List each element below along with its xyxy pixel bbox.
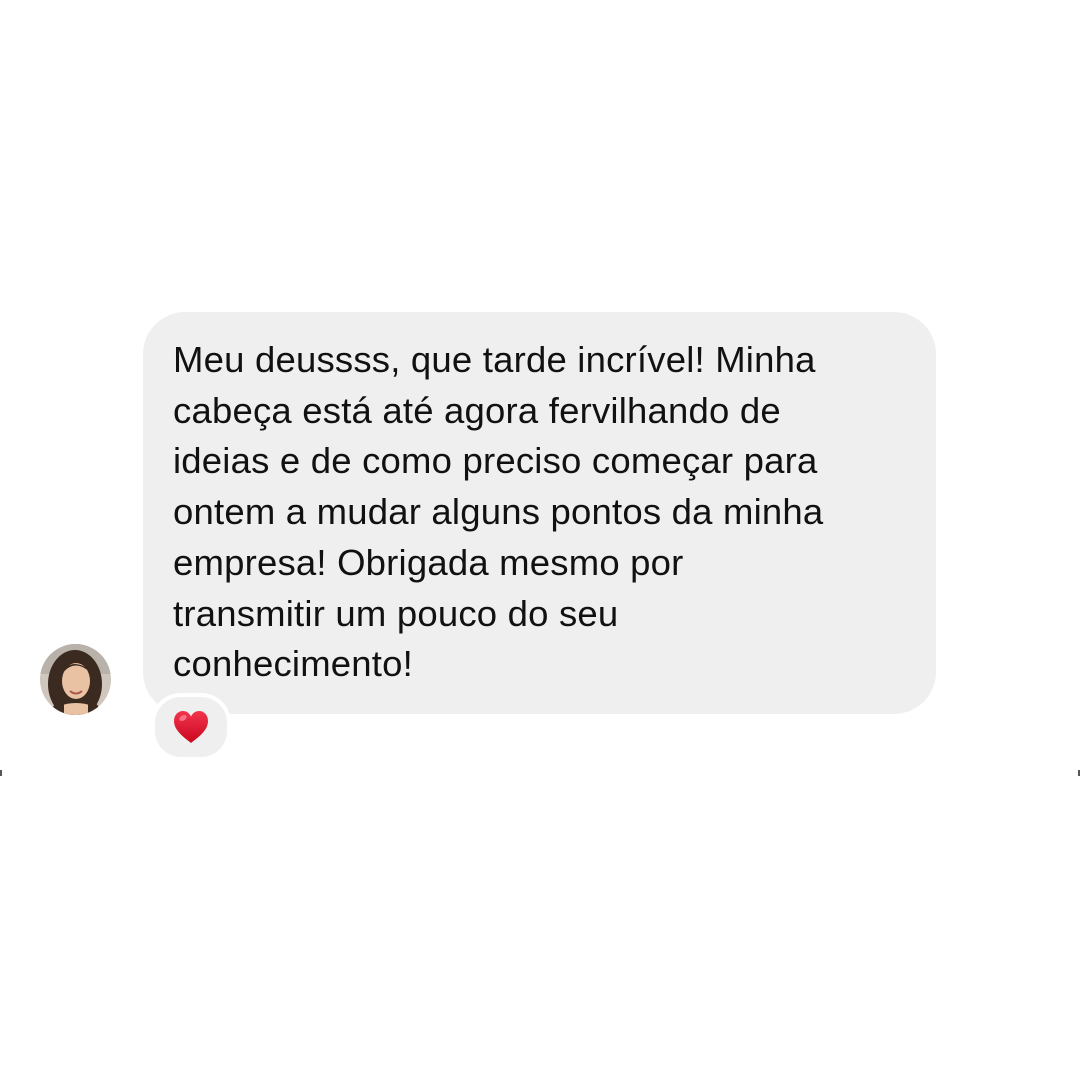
message-line: conhecimento!: [173, 643, 413, 685]
message-line: transmitir um pouco do seu: [173, 592, 619, 634]
message-line: ontem a mudar alguns pontos da minha: [173, 491, 824, 533]
profile-photo-icon: [40, 644, 111, 715]
message-line: cabeça está até agora fervilhando de: [173, 389, 781, 431]
red-heart-icon: [174, 711, 208, 743]
message-line: ideias e de como preciso começar para: [173, 440, 818, 482]
edge-mark: [0, 770, 2, 776]
message-line: empresa! Obrigada mesmo por: [173, 541, 684, 583]
sender-avatar[interactable]: [40, 644, 111, 715]
message-line: Meu deussss, que tarde incrível! Minha: [173, 339, 816, 380]
message-bubble[interactable]: Meu deussss, que tarde incrível! Minha c…: [143, 312, 936, 714]
message-text: Meu deussss, que tarde incrível! Minha c…: [173, 335, 916, 690]
chat-screenshot: Meu deussss, que tarde incrível! Minha c…: [0, 0, 1080, 1080]
heart-reaction[interactable]: [151, 693, 231, 761]
